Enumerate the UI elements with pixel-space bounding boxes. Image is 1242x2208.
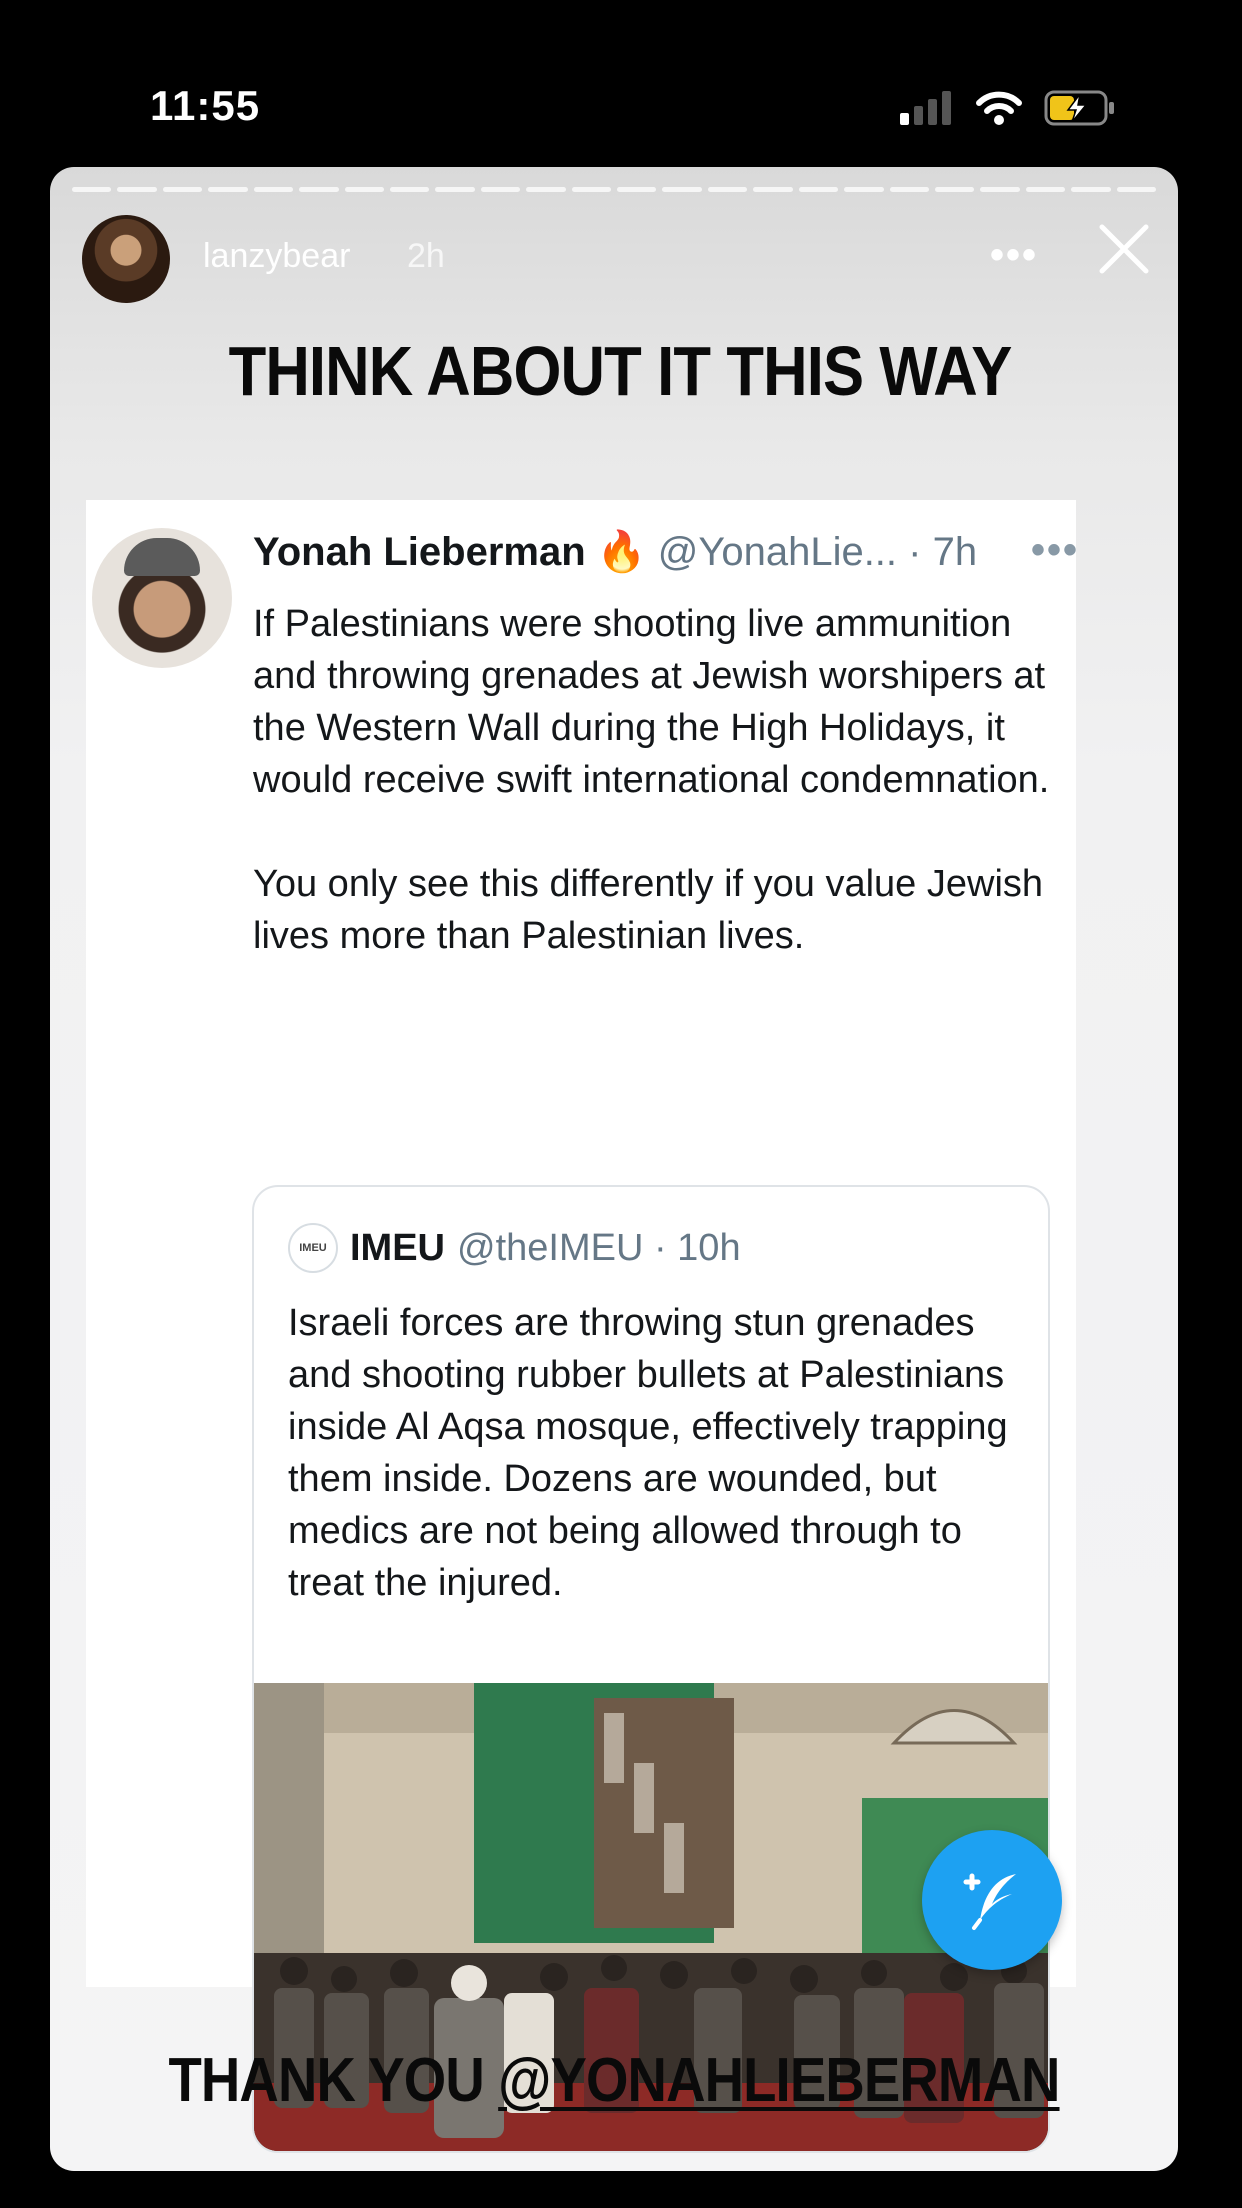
tweet-more-icon: ••• xyxy=(1030,528,1079,572)
tweet-body: If Palestinians were shooting live ammun… xyxy=(253,598,1053,1014)
story-avatar[interactable] xyxy=(82,215,170,303)
quoted-tweet-header: IMEU IMEU @theIMEU · 10h xyxy=(288,1223,741,1273)
tweet-paragraph: If Palestinians were shooting live ammun… xyxy=(253,603,1050,801)
tweet-handle-time: @YonahLie... · 7h xyxy=(657,530,978,574)
tweet-author-name: Yonah Lieberman xyxy=(253,530,586,574)
tweet-header: Yonah Lieberman 🔥 @YonahLie... · 7h ••• xyxy=(253,528,1077,575)
status-icons xyxy=(900,90,1116,130)
tweet-avatar xyxy=(92,528,232,668)
footer-text: THANK YOU xyxy=(168,2046,499,2115)
story-progress-bar xyxy=(72,187,1157,192)
mention-link[interactable]: @YONAHLIEBERMAN xyxy=(498,2046,1060,2115)
fire-emoji: 🔥 xyxy=(596,530,647,574)
quoted-tweet: IMEU IMEU @theIMEU · 10h Israeli forces … xyxy=(252,1185,1050,2153)
story-header: lanzybear 2h ••• xyxy=(50,215,1178,305)
quoted-author-name: IMEU xyxy=(350,1226,445,1269)
quoted-handle-time: @theIMEU · 10h xyxy=(457,1226,741,1269)
story-footer: THANK YOU @YONAHLIEBERMAN xyxy=(118,2045,1111,2116)
quoted-tweet-text: Israeli forces are throwing stun grenade… xyxy=(288,1302,1008,1604)
status-time: 11:55 xyxy=(150,82,261,129)
status-bar: 11:55 xyxy=(0,0,1242,160)
story-time-ago: 2h xyxy=(407,237,445,275)
story-headline: THINK ABOUT IT THIS WAY xyxy=(228,332,1013,410)
wifi-icon xyxy=(976,91,1022,130)
compose-tweet-icon xyxy=(922,1830,1062,1970)
imeu-logo: IMEU xyxy=(288,1223,338,1273)
story-more-button[interactable]: ••• xyxy=(990,233,1038,278)
story-username[interactable]: lanzybear xyxy=(203,237,350,276)
tweet-card: Yonah Lieberman 🔥 @YonahLie... · 7h ••• … xyxy=(86,500,1077,2153)
battery-charging-icon xyxy=(1044,90,1116,131)
tweet-paragraph: You only see this differently if you val… xyxy=(253,863,1044,957)
close-icon[interactable] xyxy=(1096,221,1152,277)
signal-icon xyxy=(900,90,954,130)
